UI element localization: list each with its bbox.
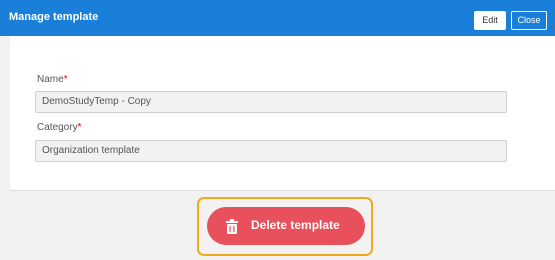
category-label-text: Category xyxy=(37,122,78,133)
header-bar: Manage template Edit Close xyxy=(0,0,555,36)
delete-template-button[interactable]: Delete template xyxy=(207,207,365,245)
category-field[interactable]: Organization template xyxy=(35,140,507,162)
dialog-title: Manage template xyxy=(9,11,99,23)
delete-template-label: Delete template xyxy=(251,218,340,232)
trash-icon xyxy=(226,219,238,234)
name-field[interactable]: DemoStudyTemp - Copy xyxy=(35,91,507,113)
category-label: Category* xyxy=(37,122,81,133)
name-label: Name* xyxy=(37,74,68,85)
close-button[interactable]: Close xyxy=(511,11,547,30)
name-label-text: Name xyxy=(37,74,64,85)
form-panel: Name* DemoStudyTemp - Copy Category* Org… xyxy=(10,36,555,190)
required-marker: * xyxy=(63,74,68,85)
edit-button[interactable]: Edit xyxy=(474,11,506,30)
required-marker: * xyxy=(77,122,82,133)
